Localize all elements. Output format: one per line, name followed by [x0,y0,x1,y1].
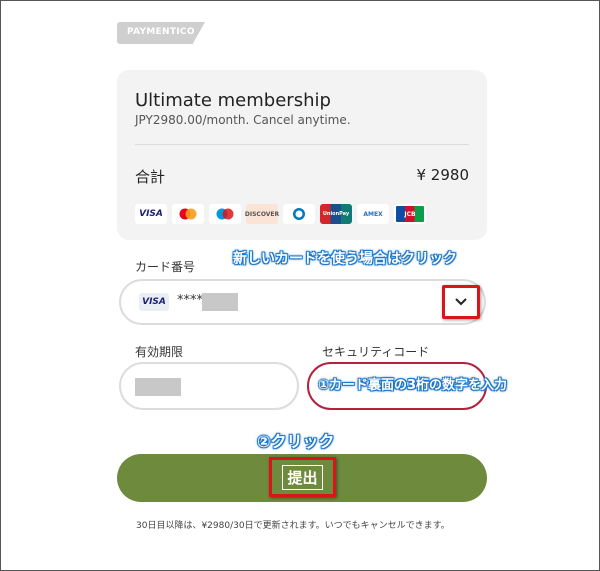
card-dropdown-button[interactable] [442,285,480,319]
discover-icon: DISCOVER [245,204,279,224]
product-title: Ultimate membership [135,90,331,111]
order-summary: Ultimate membership JPY2980.00/month. Ca… [117,70,487,240]
expiry-label: 有効期限 [135,345,184,359]
product-subtitle: JPY2980.00/month. Cancel anytime. [135,113,351,127]
expiry-field[interactable] [119,362,299,410]
submit-label: 提出 [282,464,323,490]
maestro-icon [209,204,241,224]
accepted-cards: VISA DISCOVER UnionPay AMEX JCB [135,204,426,224]
total-label: 合計 [135,168,166,186]
mastercard-icon [172,204,204,224]
submit-highlight[interactable]: 提出 [269,457,336,497]
visa-icon: VISA [139,293,169,311]
visa-icon: VISA [135,204,167,224]
annotation-step2: ②クリック [257,432,335,451]
total-value: ¥ 2980 [416,166,470,184]
chevron-down-icon [455,298,467,306]
summary-divider [135,144,469,145]
amex-icon: AMEX [357,204,389,224]
annotation-cvc-hint: ①カード裏面の3桁の数字を入力 [318,378,508,393]
card-number-mask: **** [177,293,203,308]
diners-icon [283,204,315,224]
card-number-field[interactable]: VISA **** [119,279,486,325]
card-number-label: カード番号 [135,260,196,274]
expiry-redacted [135,378,181,396]
card-number-redacted [202,293,238,311]
brand-logo: PAYMENTICO [117,22,205,44]
annotation-new-card: 新しいカードを使う場合はクリック [233,251,457,267]
renewal-notice: 30日目以降は、¥2980/30日で更新されます。いつでもキャンセルできます。 [136,521,450,531]
cvc-label: セキュリティコード [322,345,430,359]
unionpay-icon: UnionPay [320,204,352,224]
brand-logo-text: PAYMENTICO [127,27,195,37]
jcb-icon: JCB [394,204,426,224]
